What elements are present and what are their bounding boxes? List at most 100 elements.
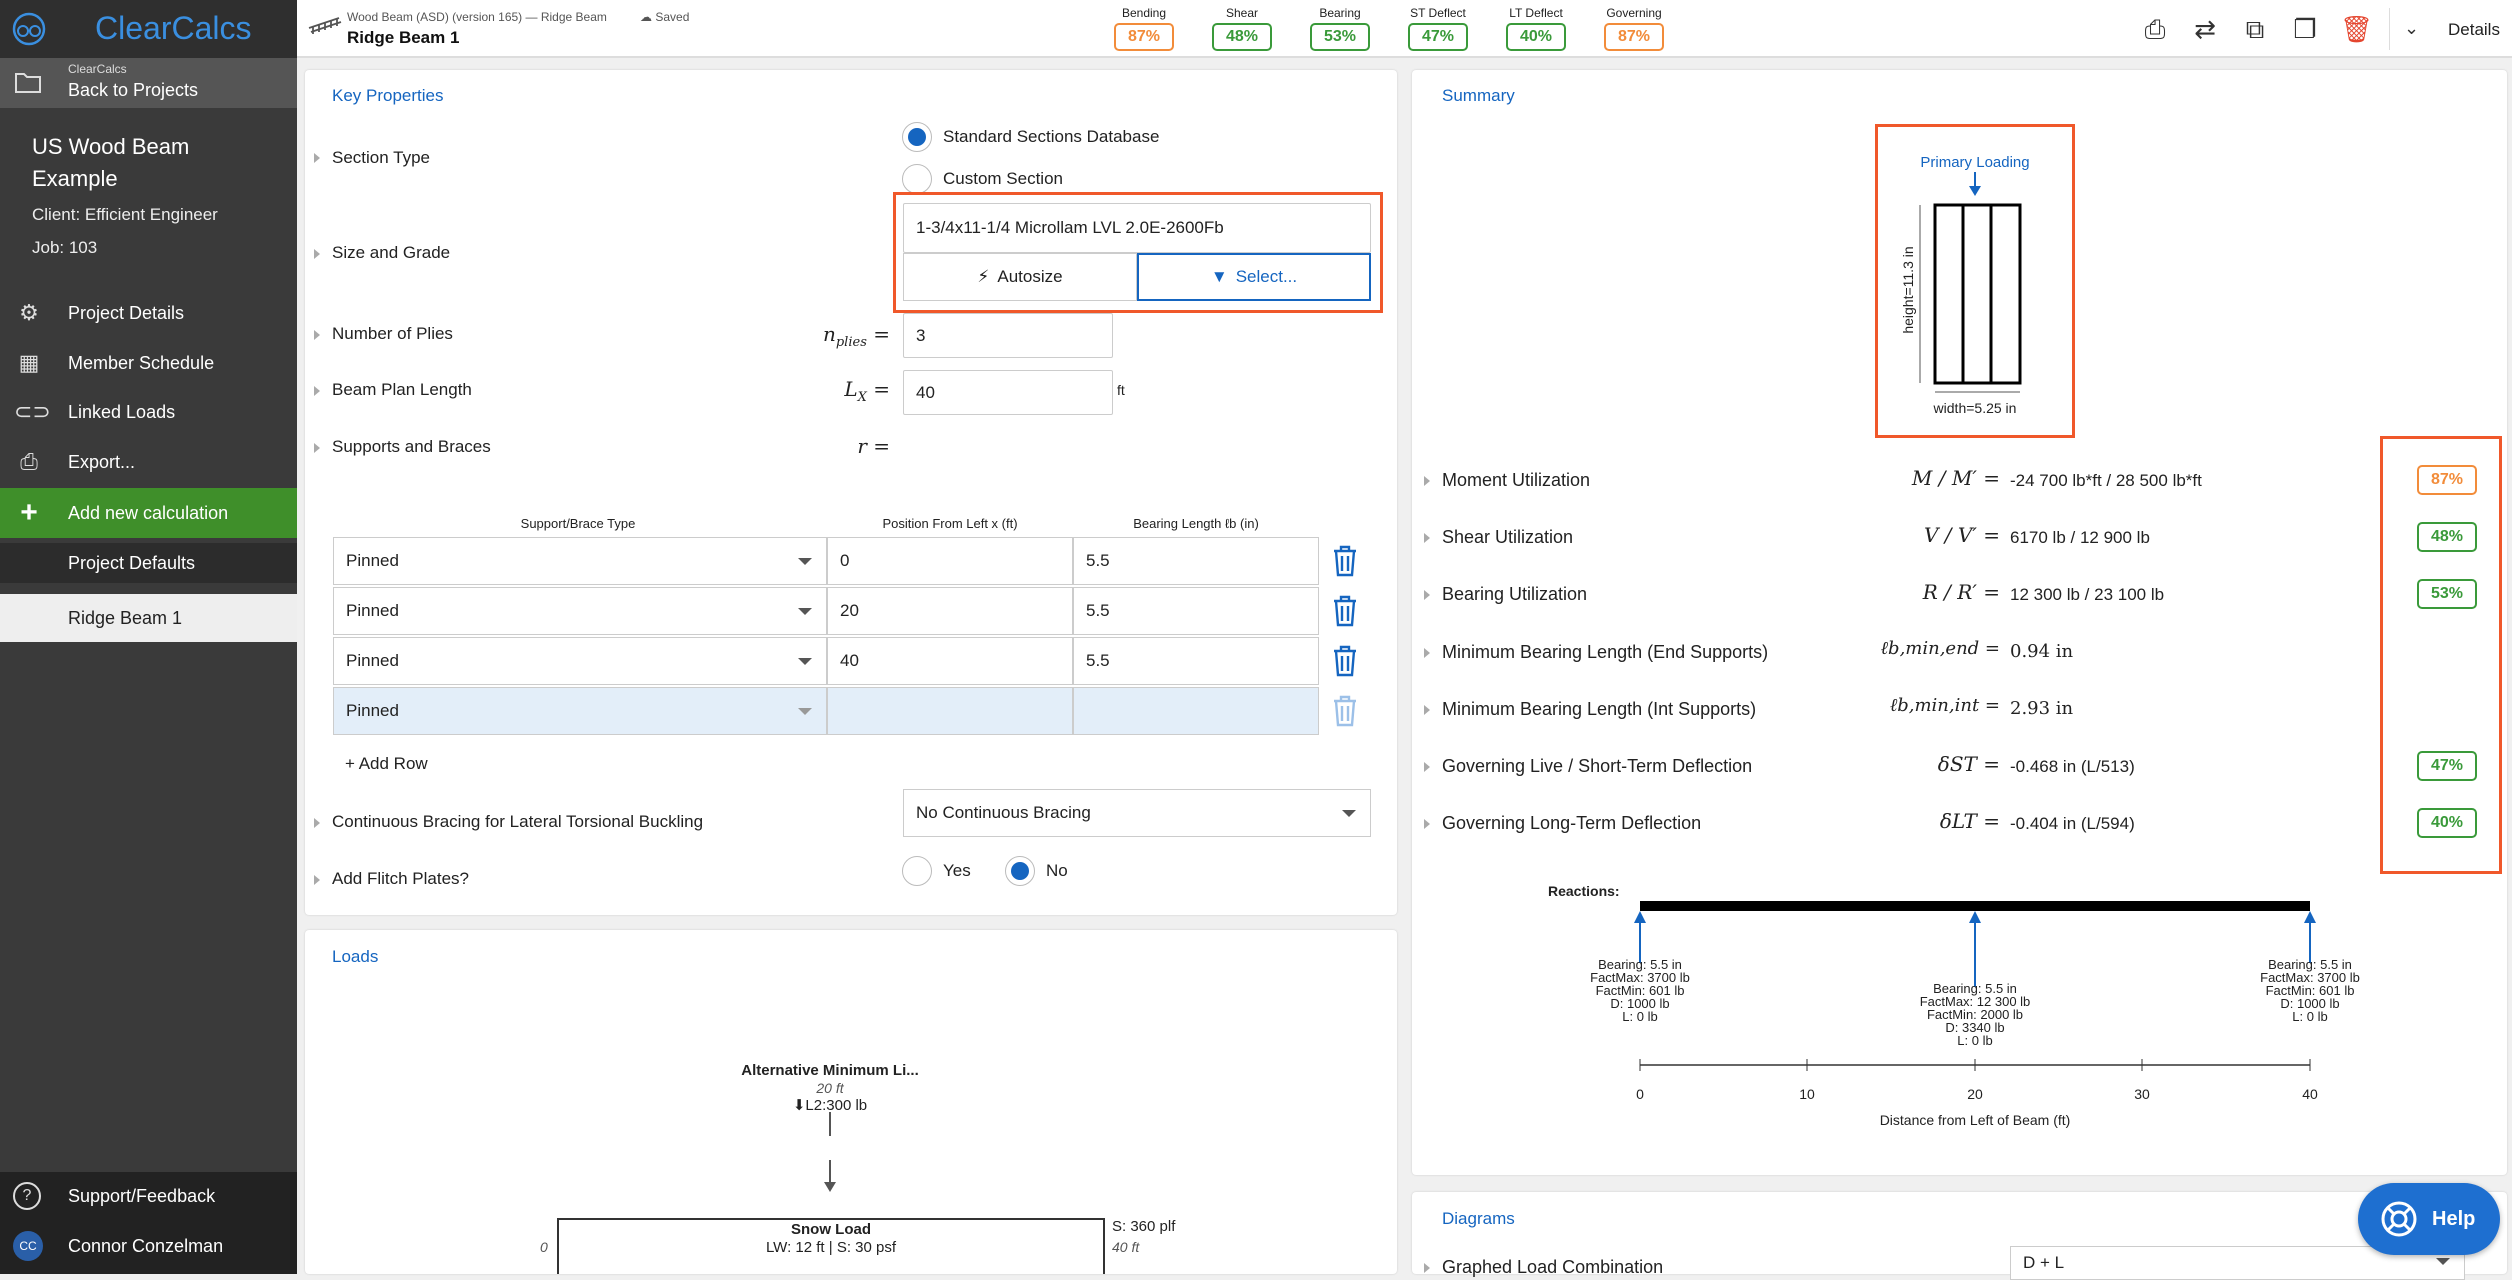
lt-deflection-value: -0.404 in (L/594)	[2010, 814, 2135, 833]
radio-flitch-yes[interactable]	[902, 856, 932, 886]
delete-row-icon[interactable]	[1332, 645, 1358, 677]
support-bearing-input[interactable]: 5.5	[1073, 637, 1319, 685]
back-label: Back to Projects	[68, 80, 199, 100]
expand-caret-icon[interactable]	[1424, 648, 1430, 658]
sidebar-item-member-schedule[interactable]: ▦ Member Schedule	[0, 345, 297, 381]
min-bearing-int-eq: ℓb,min,int =	[1889, 695, 2000, 716]
lt-deflection-badge: 40%	[2417, 808, 2477, 838]
snow-load-end: 40 ft	[1112, 1239, 1140, 1255]
axis-tick-label: 10	[1799, 1086, 1815, 1102]
plies-label: Number of Plies	[332, 324, 453, 343]
lifebuoy-icon	[2381, 1201, 2417, 1237]
flitch-yes-label: Yes	[943, 861, 971, 880]
expand-caret-icon[interactable]	[1424, 819, 1430, 829]
expand-caret-icon[interactable]	[1424, 590, 1430, 600]
plus-icon: +	[20, 496, 38, 529]
expand-caret-icon[interactable]	[1424, 705, 1430, 715]
radio-standard-sections[interactable]	[902, 122, 932, 152]
expand-caret-icon[interactable]	[314, 818, 320, 828]
support-type-value: Pinned	[346, 651, 399, 670]
expand-caret-icon[interactable]	[314, 153, 320, 163]
graphed-combination-value: D + L	[2023, 1253, 2065, 1272]
bracing-select[interactable]: No Continuous Bracing	[903, 789, 1371, 837]
help-button[interactable]: Help	[2358, 1183, 2500, 1255]
expand-caret-icon[interactable]	[314, 330, 320, 340]
project-title-line1: US Wood Beam	[32, 134, 190, 159]
add-row-button[interactable]: + Add Row	[345, 754, 428, 774]
support-bearing-input[interactable]: 5.5	[1073, 587, 1319, 635]
size-grade-field[interactable]: 1-3/4x11-1/4 Microllam LVL 2.0E-2600Fb	[903, 203, 1371, 253]
sidebar-item-export[interactable]: ⎙ Export...	[0, 444, 297, 480]
sidebar-item-ridge-beam-1[interactable]: Ridge Beam 1	[0, 594, 297, 642]
sidebar-item-project-defaults[interactable]: Project Defaults	[0, 543, 297, 583]
support-position-input[interactable]: 20	[827, 587, 1073, 635]
add-new-calculation-button[interactable]: + Add new calculation	[0, 488, 297, 538]
copy-icon[interactable]: ⧉	[2240, 14, 2270, 44]
support-feedback-link[interactable]: ? Support/Feedback	[0, 1178, 297, 1214]
radio-standard-label: Standard Sections Database	[943, 127, 1160, 146]
app-logo-text[interactable]: ClearCalcs	[95, 10, 251, 47]
expand-caret-icon[interactable]	[1424, 1263, 1430, 1273]
expand-caret-icon[interactable]	[1424, 476, 1430, 486]
expand-caret-icon[interactable]	[314, 386, 320, 396]
expand-caret-icon[interactable]	[1424, 762, 1430, 772]
supports-var: r	[857, 434, 867, 458]
support-type-select[interactable]: Pinned	[333, 637, 827, 685]
delete-row-icon[interactable]	[1332, 695, 1358, 727]
chevron-down-icon: ⌄	[2404, 18, 2420, 38]
chevron-down-icon	[798, 708, 812, 715]
bearing-eq: R / R′ =	[1922, 580, 2000, 604]
length-input[interactable]: 40	[903, 370, 1113, 415]
expand-caret-icon[interactable]	[314, 249, 320, 259]
st-deflection-eq: δST =	[1937, 752, 2000, 776]
magic-wand-icon: ⚡	[977, 267, 990, 286]
moment-badge: 87%	[2417, 465, 2477, 495]
support-type-select[interactable]: Pinned	[333, 537, 827, 585]
delete-row-icon[interactable]	[1332, 595, 1358, 627]
check-badge: 87%	[1114, 23, 1174, 51]
lt-deflection-label: Governing Long-Term Deflection	[1442, 813, 1702, 833]
sidebar: ClearCalcs ClearCalcs Back to Projects U…	[0, 0, 297, 1274]
trash-icon[interactable]: 🗑	[2340, 14, 2373, 44]
check-label: LT Deflect	[1509, 6, 1563, 20]
support-position-input[interactable]: 40	[827, 637, 1073, 685]
help-label: Help	[2432, 1207, 2476, 1230]
sidebar-item-project-details[interactable]: ⚙ Project Details	[0, 295, 297, 331]
back-to-projects[interactable]: ClearCalcs Back to Projects	[0, 58, 297, 108]
radio-custom-section[interactable]	[902, 164, 932, 194]
support-bearing-input[interactable]	[1073, 687, 1319, 735]
check-badge: 40%	[1506, 23, 1566, 51]
flitch-label: Add Flitch Plates?	[332, 869, 470, 888]
details-toggle[interactable]: ⌄ Details	[2389, 8, 2512, 50]
printer-icon: ⎙	[20, 449, 38, 474]
sidebar-item-linked-loads[interactable]: ⊂⊃ Linked Loads	[0, 394, 297, 430]
radio-flitch-no[interactable]	[1005, 856, 1035, 886]
length-symbol: LX =	[844, 377, 890, 405]
support-type-select[interactable]: Pinned	[333, 587, 827, 635]
delete-row-icon[interactable]	[1332, 545, 1358, 577]
autosize-button[interactable]: ⚡ Autosize	[903, 253, 1137, 301]
support-position-input[interactable]	[827, 687, 1073, 735]
support-bearing-input[interactable]: 5.5	[1073, 537, 1319, 585]
support-position-input[interactable]: 0	[827, 537, 1073, 585]
supports-symbol: r =	[857, 434, 890, 458]
swap-icon[interactable]: ⇄	[2190, 14, 2220, 44]
plies-input[interactable]: 3	[903, 313, 1113, 358]
plies-var: n	[822, 322, 836, 346]
user-account[interactable]: CC Connor Conzelman	[0, 1228, 297, 1264]
bearing-badge: 53%	[2417, 579, 2477, 609]
calc-title[interactable]: Ridge Beam 1	[347, 28, 459, 48]
select-section-button[interactable]: ▼ Select...	[1137, 253, 1371, 301]
duplicate-icon[interactable]: ❐	[2290, 14, 2320, 44]
print-icon[interactable]: ⎙	[2140, 14, 2170, 44]
expand-caret-icon[interactable]	[314, 443, 320, 453]
min-bearing-end-value: 0.94 in	[2010, 641, 2074, 662]
min-bearing-int-label: Minimum Bearing Length (Int Supports)	[1442, 699, 1757, 719]
grid-icon: ▦	[18, 350, 40, 375]
support-type-select[interactable]: Pinned	[333, 687, 827, 735]
expand-caret-icon[interactable]	[314, 875, 320, 885]
axis-tick-label: 40	[2302, 1086, 2318, 1102]
chevron-down-icon	[798, 558, 812, 565]
bearing-utilization-label: Bearing Utilization	[1442, 584, 1588, 604]
expand-caret-icon[interactable]	[1424, 533, 1430, 543]
